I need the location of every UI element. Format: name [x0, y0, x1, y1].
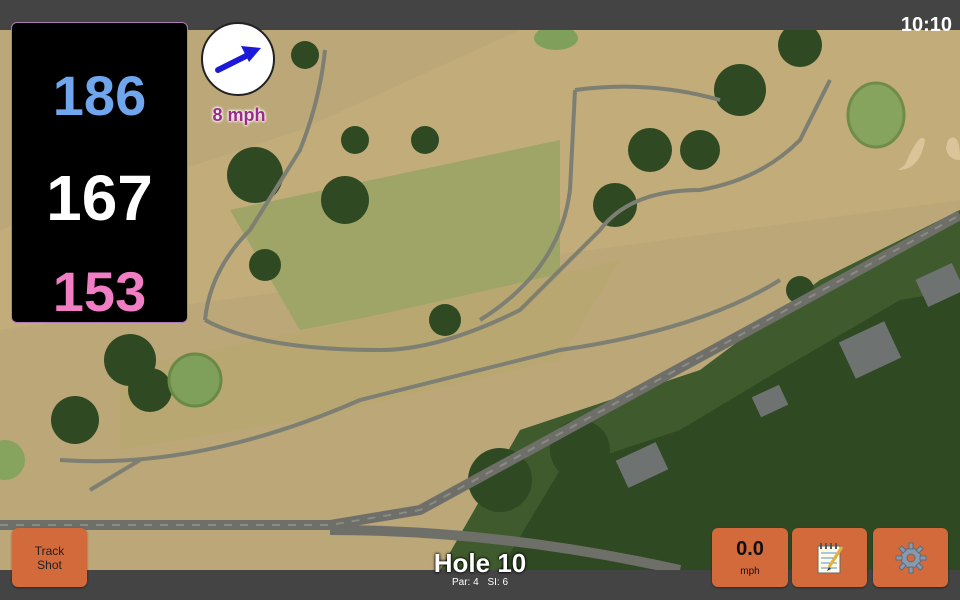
- hole-si: SI: 6: [487, 577, 509, 588]
- arrow-icon: [215, 46, 261, 73]
- gear-icon: [895, 542, 926, 573]
- green-1: [846, 81, 906, 149]
- track-shot-label-1: Track: [34, 543, 65, 558]
- hole-title: Hole 10: [433, 548, 527, 578]
- speed-button[interactable]: 0.0 mph: [712, 528, 788, 587]
- wind-speed: 8 mph: [212, 105, 266, 125]
- status-time: 10:10: [900, 14, 952, 36]
- settings-button[interactable]: [873, 528, 948, 587]
- distance-front: 153: [52, 260, 147, 323]
- notepad-icon: [817, 542, 843, 573]
- hole-par: Par: 4: [451, 577, 479, 588]
- hole-info: Par: 4 SI: 6: [380, 577, 580, 588]
- speed-value: 0.0: [736, 538, 764, 560]
- speed-unit: mph: [740, 566, 760, 577]
- distance-panel: 186 167 153: [11, 22, 188, 323]
- notes-button[interactable]: [792, 528, 867, 587]
- track-shot-label-2: Shot: [37, 557, 62, 572]
- track-shot-button[interactable]: Track Shot: [12, 528, 87, 587]
- distance-middle: 167: [46, 162, 153, 234]
- wind-indicator: [201, 22, 275, 96]
- distance-back: 186: [52, 64, 147, 127]
- green-2: [167, 352, 223, 408]
